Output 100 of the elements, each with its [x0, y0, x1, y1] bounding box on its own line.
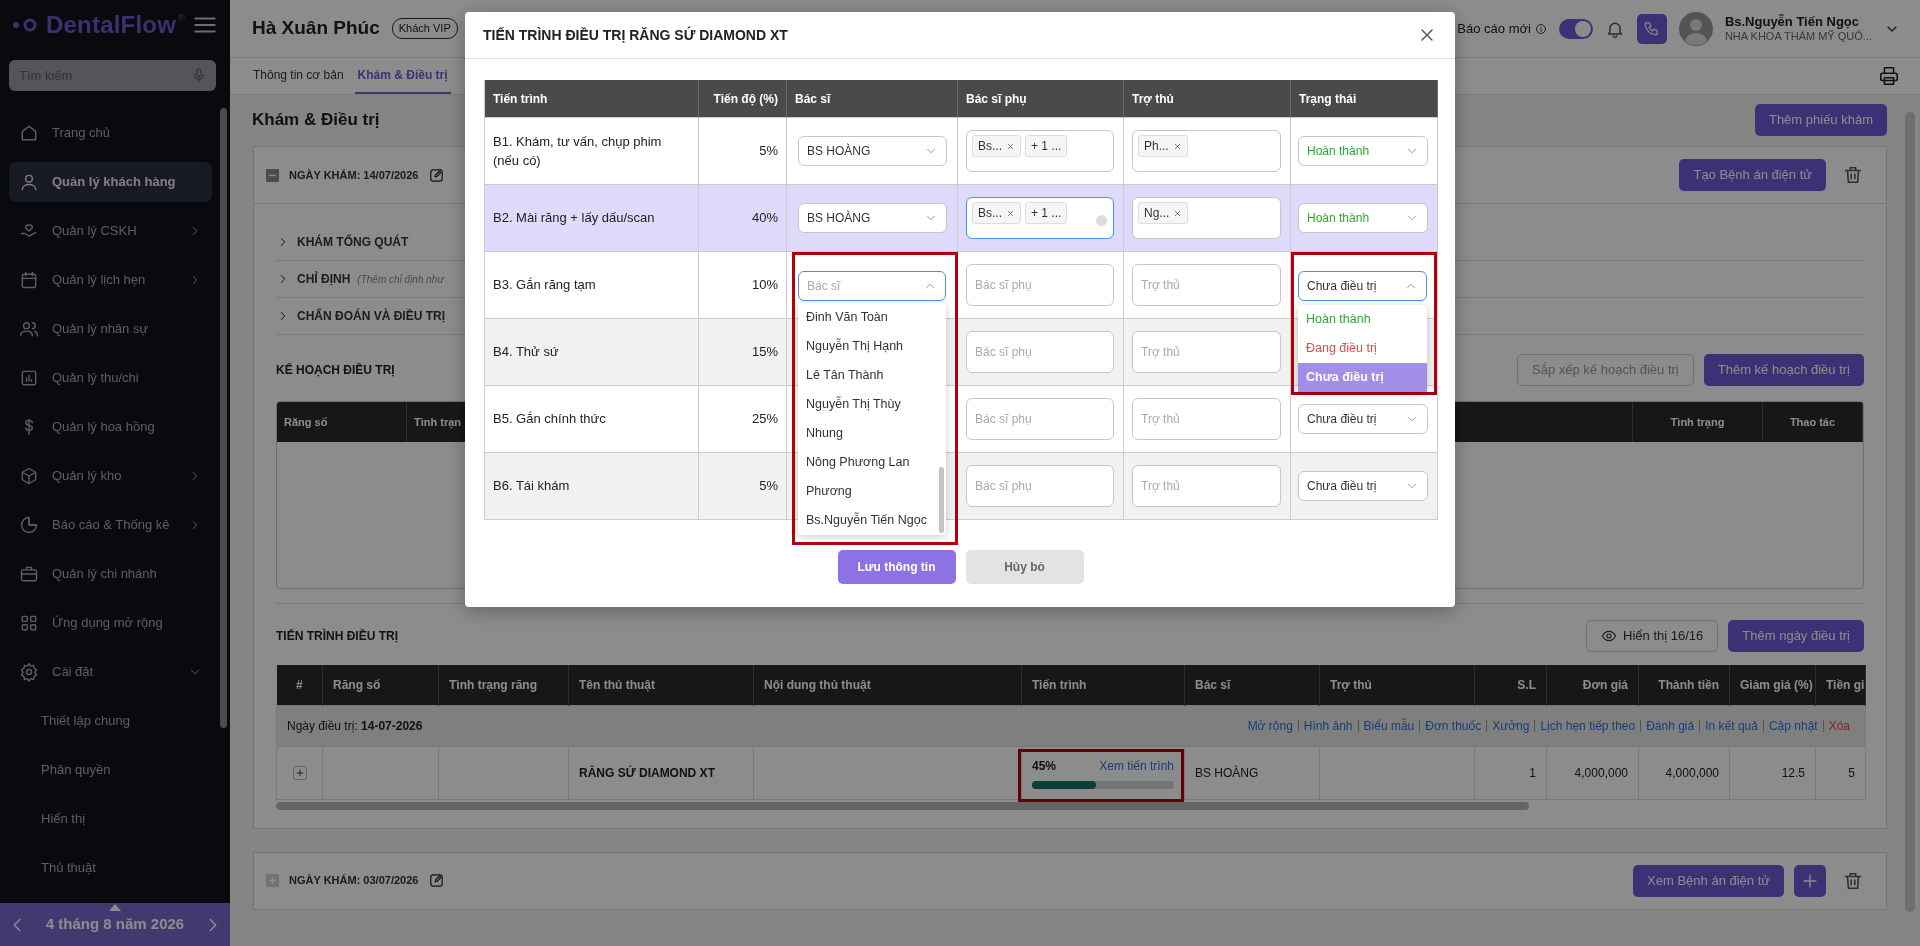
section-title[interactable]: KHÁM TỔNG QUÁT [297, 233, 409, 251]
sidebar-item[interactable]: Trang chủ [9, 113, 212, 153]
close-icon[interactable] [1006, 208, 1015, 218]
tab[interactable]: Khám & Điều trị [354, 58, 451, 94]
action-link[interactable]: Hình ảnh [1297, 719, 1358, 732]
record-button[interactable]: Xem Bệnh án điện tử [1633, 864, 1784, 897]
printer-icon[interactable] [1878, 65, 1900, 87]
sidebar-item[interactable]: Quản lý CSKH [9, 211, 212, 251]
tag[interactable]: Bs... [972, 135, 1021, 157]
select-field[interactable]: Chưa điều trị [1298, 271, 1427, 301]
action-link[interactable]: Đánh giá [1640, 719, 1700, 732]
action-link[interactable]: Lịch hẹn tiếp theo [1534, 719, 1641, 732]
edit-icon[interactable] [428, 166, 446, 184]
tag-field[interactable]: Trợ thủ [1132, 331, 1281, 373]
collapse-icon[interactable] [266, 168, 279, 182]
sidebar-item[interactable]: Cài đặt [9, 652, 212, 692]
tag[interactable]: + 1 ... [1025, 135, 1068, 157]
action-link[interactable]: Biểu mẫu [1357, 719, 1420, 732]
close-icon[interactable] [1173, 208, 1183, 218]
select-field[interactable]: Chưa điều trị [1298, 404, 1428, 434]
action-link[interactable]: Mở rộng [1242, 719, 1298, 732]
sidebar-item[interactable]: Quản lý khách hàng [9, 162, 212, 202]
scrollbar[interactable] [220, 108, 227, 728]
dropdown-option[interactable]: Nguyễn Thị Hạnh [798, 332, 946, 361]
dropdown-option[interactable]: Đinh Văn Toàn [798, 303, 946, 332]
scrollbar[interactable] [939, 467, 944, 533]
plan-button[interactable]: Sắp xếp kế hoạch điều trị [1517, 354, 1694, 386]
close-icon[interactable] [1172, 141, 1182, 151]
chart-icon [19, 368, 39, 388]
tag-field[interactable]: Bác sĩ phụ [966, 465, 1114, 507]
column-header: Tiến trình [1021, 665, 1185, 705]
action-link[interactable]: Xưởng [1486, 719, 1535, 732]
select-field[interactable]: Bác sĩ [798, 271, 946, 301]
select-field[interactable]: Hoàn thành [1298, 136, 1428, 166]
tag[interactable]: Bs... [972, 202, 1021, 224]
sidebar-subitem[interactable]: Thiết lập chung [9, 701, 212, 741]
save-button[interactable]: Lưu thông tin [837, 550, 956, 584]
scrollbar[interactable] [276, 801, 1529, 810]
tag[interactable]: Ng... [1138, 202, 1189, 224]
tag-field[interactable]: Bác sĩ phụ [966, 398, 1114, 440]
tag-field[interactable]: Trợ thủ [1132, 398, 1281, 440]
sidebar-item[interactable]: Quản lý thu/chi [9, 358, 212, 398]
dropdown-option[interactable]: Nông Phương Lan [798, 448, 946, 477]
select-field[interactable]: BS HOÀNG [798, 203, 947, 233]
tag-field[interactable]: Trợ thủ [1132, 264, 1281, 306]
sidebar-item[interactable]: Quản lý hoa hồng [9, 407, 212, 447]
tag-field[interactable]: Ph... [1132, 130, 1281, 172]
report-toggle[interactable] [1558, 18, 1593, 39]
dropdown-option[interactable]: Bs.Nguyễn Tiến Ngọc [798, 506, 946, 535]
section-title[interactable]: CHẨN ĐOÁN VÀ ĐIỀU TRỊ [297, 307, 445, 325]
dropdown-option[interactable]: Đang điều trị [1298, 334, 1427, 363]
view-progress-link[interactable]: Xem tiến trình [1099, 756, 1174, 775]
dropdown-option[interactable]: Phương [798, 477, 946, 506]
sidebar-subitem[interactable]: Hiển thị [9, 799, 212, 839]
sidebar-item[interactable]: Quản lý kho [9, 456, 212, 496]
tab[interactable]: Thông tin cơ bản [250, 58, 347, 94]
show-columns-button[interactable]: Hiển thị 16/16 [1586, 619, 1719, 652]
tag-field[interactable]: Bs... + 1 ... [966, 130, 1114, 172]
delete-link[interactable]: Xóa [1822, 719, 1855, 732]
select-field[interactable]: Hoàn thành [1298, 203, 1428, 233]
edit-icon[interactable] [428, 872, 446, 889]
section-title[interactable]: CHỈ ĐỊNH [297, 270, 351, 288]
tag-field[interactable]: Bác sĩ phụ [966, 331, 1114, 373]
tag-field[interactable]: Bác sĩ phụ [966, 264, 1114, 306]
add-day-button[interactable]: Thêm ngày điều trị [1728, 619, 1864, 652]
column-header: # [276, 665, 323, 705]
action-link[interactable]: In kết quả [1699, 719, 1763, 732]
call-button[interactable] [1636, 13, 1667, 44]
record-button[interactable]: Tạo Bệnh án điện tử [1679, 159, 1826, 191]
expand-button[interactable] [292, 765, 307, 780]
sidebar-item[interactable]: Báo cáo & Thống kê [9, 505, 212, 545]
tag-field[interactable]: Trợ thủ [1132, 465, 1281, 507]
sidebar-item[interactable]: Ứng dụng mở rộng [9, 603, 212, 643]
sidebar-subitem[interactable]: Thủ thuật [9, 848, 212, 888]
sidebar-item[interactable]: Quản lý nhân sự [9, 309, 212, 349]
scrollbar[interactable] [1905, 112, 1915, 912]
column-header: Bác sĩ phụ [958, 80, 1124, 118]
add-visit-button[interactable]: Thêm phiếu khám [1754, 104, 1887, 136]
sidebar-subitem[interactable]: Phân quyền [9, 750, 212, 790]
caret-up-icon[interactable] [109, 904, 121, 911]
action-link[interactable]: Đơn thuốc [1419, 719, 1487, 732]
tag-field[interactable]: Bs... + 1 ... [966, 197, 1114, 239]
cancel-button[interactable]: Hủy bỏ [965, 550, 1084, 584]
dropdown-option[interactable]: Hoàn thành [1298, 305, 1427, 334]
dropdown-option[interactable]: Lê Tân Thành [798, 361, 946, 390]
sidebar-item[interactable]: Quản lý lịch hẹn [9, 260, 212, 300]
trash-icon[interactable] [1842, 164, 1864, 186]
avatar[interactable] [1678, 11, 1713, 46]
tag-field[interactable]: Ng... [1132, 197, 1281, 239]
step-percent: 25% [751, 410, 778, 429]
close-icon[interactable] [1006, 141, 1015, 151]
action-link[interactable]: Cập nhật [1762, 719, 1823, 732]
select-field[interactable]: BS HOÀNG [798, 136, 947, 166]
plan-button[interactable]: Thêm kế hoạch điều trị [1703, 354, 1864, 386]
select-field[interactable]: Chưa điều trị [1298, 471, 1428, 501]
tag[interactable]: + 1 ... [1025, 202, 1068, 224]
tag[interactable]: Ph... [1138, 135, 1188, 157]
dropdown-option[interactable]: Chưa điều trị [1298, 363, 1427, 392]
sidebar-item[interactable]: Quản lý chi nhánh [9, 554, 212, 594]
add-button[interactable] [1794, 864, 1826, 897]
